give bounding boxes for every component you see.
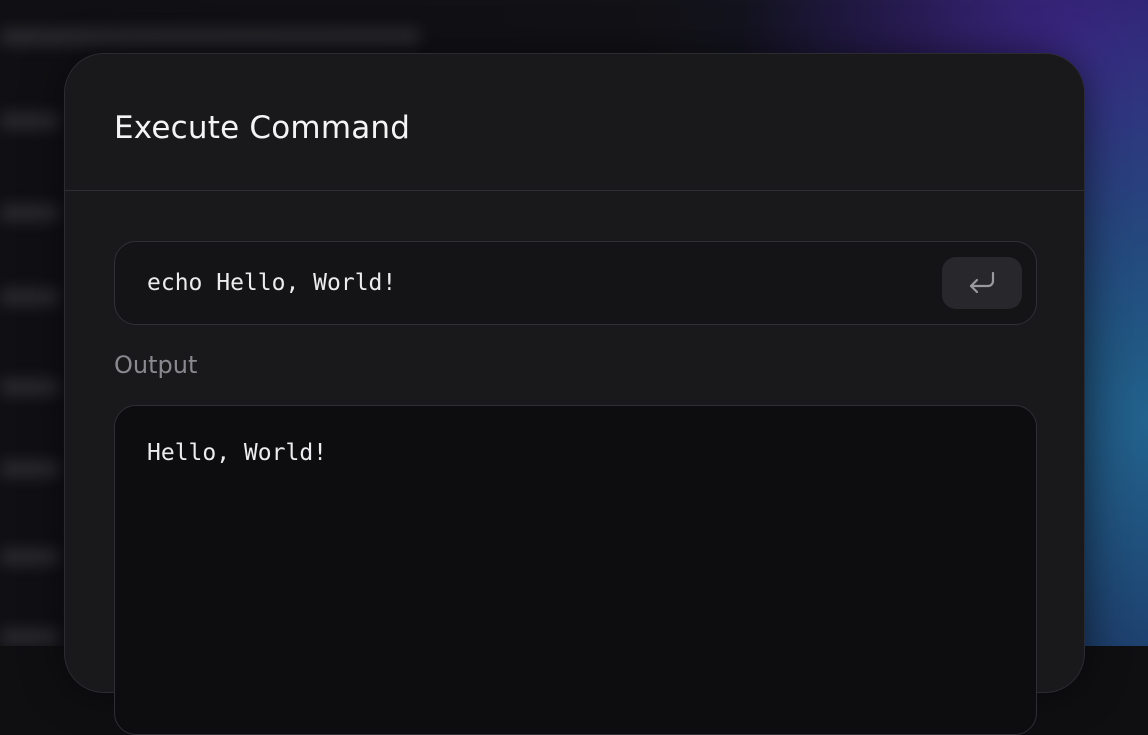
blurred-background-row bbox=[0, 288, 60, 306]
blurred-background-row bbox=[0, 628, 60, 646]
dialog-title: Execute Command bbox=[114, 110, 411, 146]
blurred-background-row bbox=[0, 112, 60, 130]
command-field bbox=[114, 241, 1037, 325]
blurred-background-row bbox=[0, 378, 60, 396]
blurred-background-row bbox=[0, 204, 60, 222]
output-panel: Hello, World! bbox=[114, 405, 1037, 735]
command-input[interactable] bbox=[147, 242, 927, 324]
output-label: Output bbox=[114, 351, 198, 379]
execute-command-dialog: Execute Command Output Hello, World! bbox=[64, 53, 1085, 735]
blurred-background-row bbox=[0, 28, 420, 46]
return-enter-icon bbox=[967, 270, 997, 296]
run-command-button[interactable] bbox=[942, 257, 1022, 309]
blurred-background-row bbox=[0, 548, 60, 566]
output-text: Hello, World! bbox=[147, 440, 328, 466]
dialog-header: Execute Command bbox=[65, 54, 1084, 191]
blurred-background-row bbox=[0, 460, 60, 478]
